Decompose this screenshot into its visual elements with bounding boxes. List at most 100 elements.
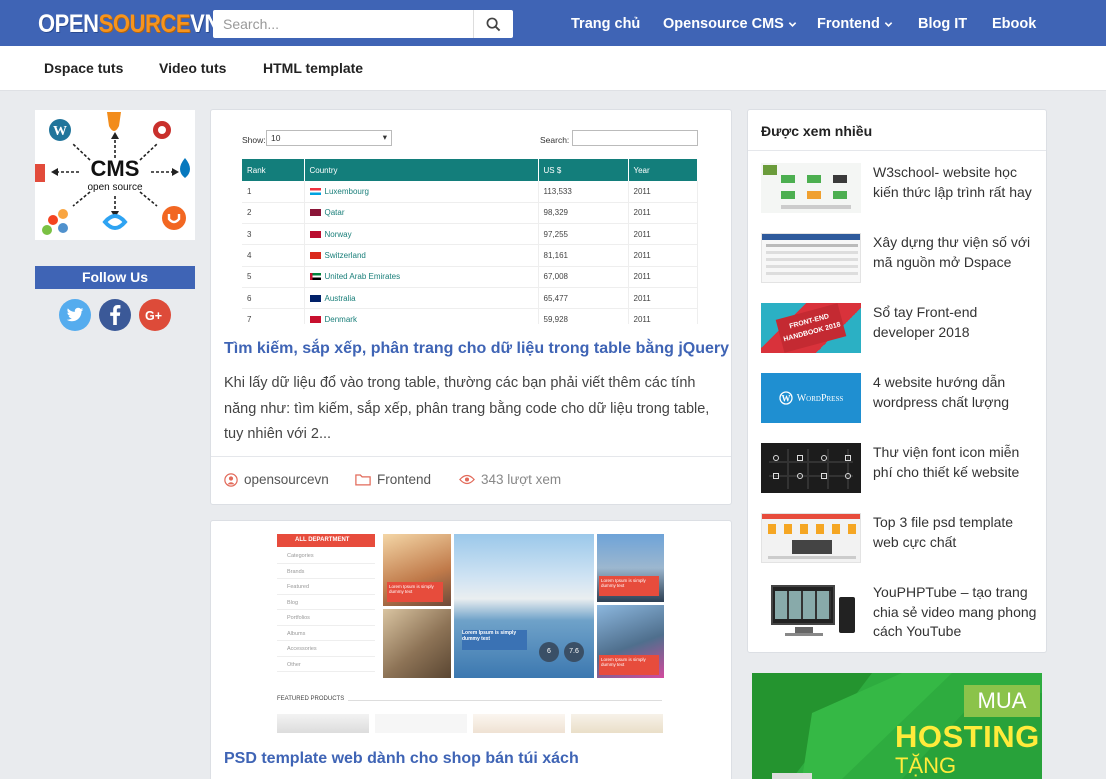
nav-ebook[interactable]: Ebook xyxy=(992,16,1036,32)
popular-post-thumbnail xyxy=(761,233,861,283)
popular-post-item[interactable]: FRONT-END HANDBOOK 2018 Sổ tay Front-end… xyxy=(761,303,1041,355)
popular-post-thumbnail xyxy=(761,583,861,641)
ad-text-buy: MUA xyxy=(964,685,1040,717)
search-icon xyxy=(486,17,501,31)
widget-title: Được xem nhiều xyxy=(761,123,873,139)
eye-icon xyxy=(459,474,475,485)
popular-post-item[interactable]: W3school- website học kiến thức lập trìn… xyxy=(761,163,1041,215)
chevron-down-icon xyxy=(884,21,893,27)
popular-post-title: YouPHPTube – tạo trang chia sẻ video man… xyxy=(873,584,1037,639)
svg-text:G+: G+ xyxy=(145,309,162,322)
magento-icon xyxy=(35,164,45,182)
popular-posts-widget: Được xem nhiều W3school- website học kiế… xyxy=(747,109,1047,653)
google-plus-button[interactable]: G+ xyxy=(139,299,171,331)
thumb-featured-label: FEATURED PRODUCTS xyxy=(277,696,349,702)
thumb-product xyxy=(277,714,369,733)
popular-post-title: Top 3 file psd template web cực chất xyxy=(873,514,1014,550)
post-category-name: Frontend xyxy=(377,472,432,487)
popular-post-item[interactable]: Thư viện font icon miễn phí cho thiết kế… xyxy=(761,443,1041,495)
col-header: Rank xyxy=(242,159,305,181)
thumb-promo: Lorem Ipsum is simply dummy text xyxy=(599,655,659,675)
table-row: 5 United Arab Emirates 67,008 2011 xyxy=(242,266,698,288)
nav-ebook-label: Ebook xyxy=(992,16,1037,32)
thumb-photo-phone xyxy=(383,609,451,678)
subnav-dspace-tuts[interactable]: Dspace tuts xyxy=(44,60,123,76)
post-author[interactable]: opensourcevn xyxy=(224,472,329,487)
sub-navbar: Dspace tuts Video tuts HTML template xyxy=(0,46,1106,91)
post-thumbnail[interactable]: ALL DEPARTMENT Categories Brands Feature… xyxy=(242,530,688,733)
nav-frontend[interactable]: Frontend xyxy=(817,16,893,32)
search-box xyxy=(213,10,513,38)
facebook-icon xyxy=(110,305,121,325)
google-plus-icon: G+ xyxy=(145,309,162,322)
thumb-search-label: Search: xyxy=(540,135,570,145)
follow-us-header: Follow Us xyxy=(35,266,195,289)
thumb-badge: 6 xyxy=(539,642,559,662)
popular-post-thumbnail: FRONT-END HANDBOOK 2018 xyxy=(761,303,861,353)
popular-post-item[interactable]: W WordPress 4 website hướng dẫn wordpres… xyxy=(761,373,1041,425)
post-title[interactable]: Tìm kiếm, sắp xếp, phân trang cho dữ liệ… xyxy=(224,340,729,358)
nav-home-label: Trang chủ xyxy=(571,16,641,32)
table-row: 3 Norway 97,255 2011 xyxy=(242,223,698,246)
svg-text:W: W xyxy=(53,124,67,139)
twitter-button[interactable] xyxy=(59,299,91,331)
post-card: ALL DEPARTMENT Categories Brands Feature… xyxy=(210,520,732,779)
thumb-badge: 7.6 xyxy=(564,642,584,662)
chevron-down-icon xyxy=(788,21,797,27)
nav-blog-it[interactable]: Blog IT xyxy=(918,16,967,32)
nav-opensource-cms[interactable]: Opensource CMS xyxy=(663,16,797,32)
hosting-ad-banner[interactable]: MUA HOSTING TẶNG xyxy=(752,673,1042,779)
logo-text-open: OPEN xyxy=(38,10,99,38)
nav-blog-it-label: Blog IT xyxy=(918,16,968,32)
post-card: Show: 10 ▾ Search: Rank Country US $ Year… xyxy=(210,109,732,505)
thumb-product xyxy=(473,714,565,733)
popular-post-item[interactable]: YouPHPTube – tạo trang chia sẻ video man… xyxy=(761,583,1041,643)
popular-post-title: 4 website hướng dẫn wordpress chất lượng xyxy=(873,374,1010,410)
cms-title: CMS xyxy=(91,156,140,181)
user-icon xyxy=(224,472,238,487)
facebook-button[interactable] xyxy=(99,299,131,331)
site-logo[interactable]: OPENSOURCEVN xyxy=(38,10,220,38)
post-category[interactable]: Frontend xyxy=(355,472,431,487)
popular-post-thumbnail xyxy=(761,163,861,213)
subnav-html-template[interactable]: HTML template xyxy=(263,60,363,76)
ad-text-hosting: HOSTING xyxy=(895,719,1040,754)
divider xyxy=(748,150,1046,151)
popular-post-thumbnail xyxy=(761,513,861,563)
thumb-table: Rank Country US $ Year 1 Luxembourg 113,53… xyxy=(242,159,698,324)
post-views: 343 lượt xem xyxy=(459,472,561,487)
post-thumbnail[interactable]: Show: 10 ▾ Search: Rank Country US $ Year… xyxy=(240,127,700,324)
popular-post-item[interactable]: Top 3 file psd template web cực chất xyxy=(761,513,1041,565)
subnav-video-tuts[interactable]: Video tuts xyxy=(159,60,226,76)
search-button[interactable] xyxy=(473,10,513,38)
post-views-count: 343 lượt xem xyxy=(481,472,562,487)
popular-post-thumbnail: W WordPress xyxy=(761,373,861,423)
thumb-product xyxy=(571,714,663,733)
thumb-show-select: 10 ▾ xyxy=(266,130,392,146)
post-author-name: opensourcevn xyxy=(244,472,329,487)
thumb-promo: Lorem Ipsum is simply dummy text xyxy=(387,582,443,602)
post-meta: opensourcevn Frontend 343 lượt xem xyxy=(211,456,731,502)
table-row: 4 Switzerland 81,161 2011 xyxy=(242,244,698,267)
col-header: US $ xyxy=(538,159,629,181)
search-input[interactable] xyxy=(213,10,475,38)
col-header: Country xyxy=(304,159,539,181)
twitter-icon xyxy=(66,307,84,322)
post-excerpt: Khi lấy dữ liệu đổ vào trong table, thườ… xyxy=(224,375,710,442)
thumb-show-label: Show: xyxy=(242,135,266,145)
thumb-product xyxy=(375,714,467,733)
nav-frontend-label: Frontend xyxy=(817,16,880,32)
thumb-show-value: 10 xyxy=(271,133,281,143)
ad-text-gift: TẶNG xyxy=(895,753,957,778)
svg-text:W: W xyxy=(781,393,790,403)
popular-post-title: W3school- website học kiến thức lập trìn… xyxy=(873,164,1032,200)
nav-home[interactable]: Trang chủ xyxy=(571,16,640,32)
thumb-caption: WordPress xyxy=(796,392,844,404)
wordpress-icon: W xyxy=(779,391,793,405)
popular-post-item[interactable]: Xây dựng thư viện số với mã nguồn mở Dsp… xyxy=(761,233,1041,285)
cms-banner-image[interactable]: CMS open source W xyxy=(35,110,195,240)
thumb-dept-menu: Categories Brands Featured Blog Portfoli… xyxy=(277,548,375,678)
table-row: 6 Australia 65,477 2011 xyxy=(242,287,698,310)
umbraco-icon xyxy=(162,206,186,230)
post-title[interactable]: PSD template web dành cho shop bán túi x… xyxy=(224,750,579,768)
